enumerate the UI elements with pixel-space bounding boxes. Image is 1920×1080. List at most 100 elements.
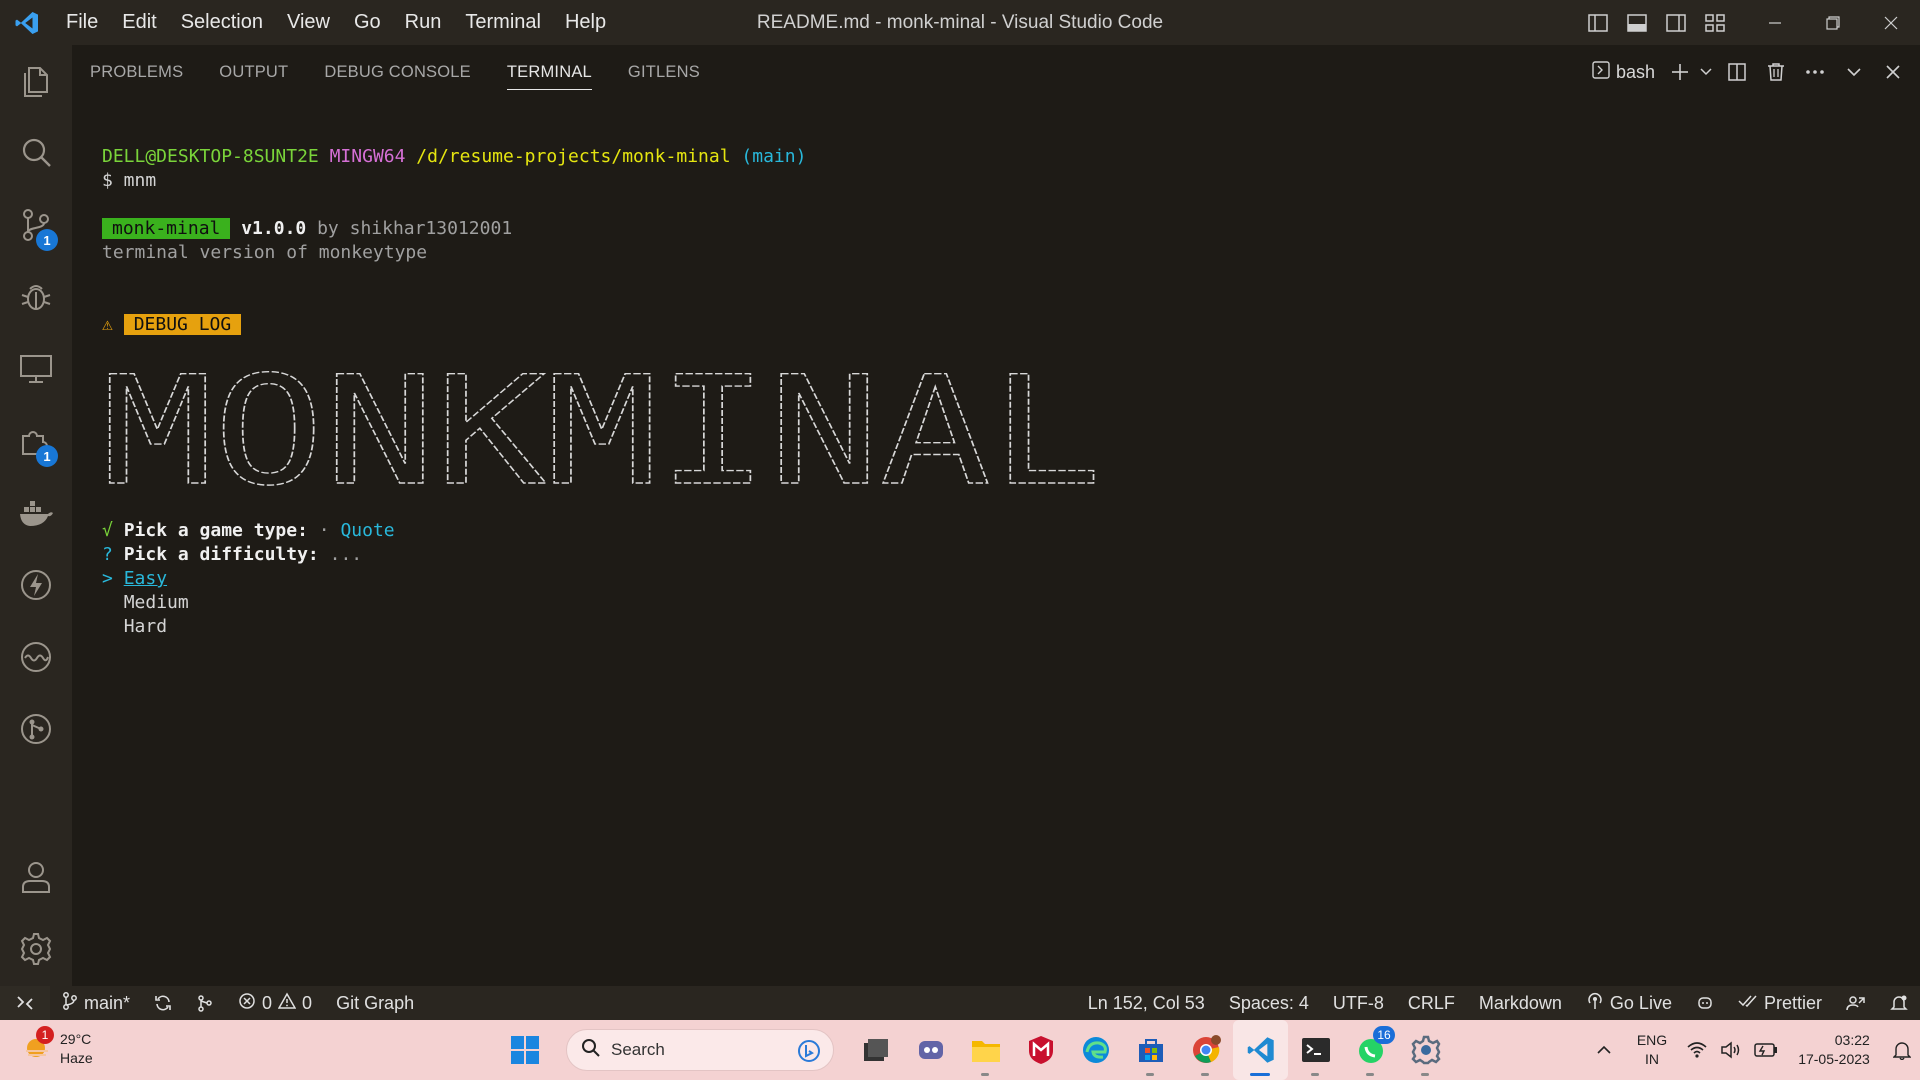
show-hidden-icons-chevron-icon[interactable] — [1584, 1020, 1624, 1080]
tab-output[interactable]: OUTPUT — [219, 45, 288, 99]
battery-icon[interactable] — [1748, 1020, 1784, 1080]
thunder-client-icon[interactable] — [0, 549, 72, 621]
search-icon[interactable] — [0, 117, 72, 189]
sync-icon[interactable] — [142, 986, 184, 1020]
new-terminal-plus-icon[interactable] — [1665, 45, 1695, 99]
go-live-button[interactable]: Go Live — [1574, 986, 1684, 1020]
manage-gear-icon[interactable] — [0, 913, 72, 985]
customize-layout-icon[interactable] — [1695, 0, 1734, 45]
menu-terminal[interactable]: Terminal — [453, 0, 553, 45]
indentation[interactable]: Spaces: 4 — [1217, 986, 1321, 1020]
teams-chat-icon[interactable] — [903, 1020, 958, 1080]
menu-view[interactable]: View — [275, 0, 342, 45]
menu-go[interactable]: Go — [342, 0, 393, 45]
mcafee-icon[interactable] — [1013, 1020, 1068, 1080]
question-difficulty: ? Pick a difficulty: ... — [102, 543, 1892, 567]
double-check-icon — [1738, 993, 1758, 1014]
clock[interactable]: 03:22 17-05-2023 — [1784, 1020, 1884, 1080]
account-icon[interactable] — [0, 841, 72, 913]
more-actions-icon[interactable] — [1795, 45, 1834, 99]
menu-file[interactable]: File — [54, 0, 110, 45]
edge-browser-icon[interactable] — [1068, 1020, 1123, 1080]
split-terminal-icon[interactable] — [1717, 45, 1756, 99]
copilot-icon[interactable] — [1684, 986, 1726, 1020]
toggle-panel-icon[interactable] — [1617, 0, 1656, 45]
language-mode[interactable]: Markdown — [1467, 986, 1574, 1020]
prettier-button[interactable]: Prettier — [1726, 986, 1834, 1020]
volume-icon[interactable] — [1714, 1020, 1748, 1080]
running-indicator — [1311, 1073, 1319, 1076]
warning-icon: ⚠ — [102, 314, 113, 335]
chrome-browser-icon[interactable] — [1178, 1020, 1233, 1080]
task-view-icon[interactable] — [848, 1020, 903, 1080]
end-of-line[interactable]: CRLF — [1396, 986, 1467, 1020]
whatsapp-icon[interactable]: 16 — [1343, 1020, 1398, 1080]
active-indicator — [1250, 1073, 1270, 1076]
timeline-icon[interactable] — [0, 621, 72, 693]
wifi-icon[interactable] — [1680, 1020, 1714, 1080]
cursor-position[interactable]: Ln 152, Col 53 — [1076, 986, 1217, 1020]
microsoft-store-icon[interactable] — [1123, 1020, 1178, 1080]
bing-icon — [797, 1039, 821, 1068]
app-tagline: terminal version of monkeytype — [102, 242, 428, 263]
taskbar-search-box[interactable]: Search — [566, 1029, 834, 1071]
terminal-selector[interactable]: bash — [1592, 60, 1655, 84]
running-indicator — [1146, 1073, 1154, 1076]
git-graph-status-icon[interactable] — [184, 986, 226, 1020]
toggle-secondary-sidebar-icon[interactable] — [1656, 0, 1695, 45]
minimize-icon[interactable] — [1746, 0, 1804, 45]
close-panel-icon[interactable] — [1873, 45, 1912, 99]
source-control-icon[interactable]: 1 — [0, 189, 72, 261]
option-hard[interactable]: Hard — [102, 615, 1892, 639]
close-icon[interactable] — [1862, 0, 1920, 45]
remote-indicator-icon[interactable] — [0, 986, 50, 1020]
notification-center-icon[interactable] — [1884, 1020, 1920, 1080]
title-bar: File Edit Selection View Go Run Terminal… — [0, 0, 1920, 45]
remote-explorer-icon[interactable] — [0, 333, 72, 405]
prompt-path: /d/resume-projects/monk-minal — [416, 146, 731, 167]
whatsapp-badge: 16 — [1373, 1026, 1395, 1044]
terminal-output[interactable]: DELL@DESKTOP-8SUNT2E MINGW64 /d/resume-p… — [101, 145, 1892, 639]
extensions-badge: 1 — [36, 445, 58, 467]
problems-indicator[interactable]: 0 0 — [226, 986, 324, 1020]
option-easy[interactable]: > Easy — [102, 567, 1892, 591]
windows-terminal-icon[interactable] — [1288, 1020, 1343, 1080]
debug-icon[interactable] — [0, 261, 72, 333]
weather-sun-icon: 1 — [22, 1025, 54, 1067]
windows-start-icon[interactable] — [497, 1020, 552, 1080]
restore-icon[interactable] — [1804, 0, 1862, 45]
terminal-name: bash — [1615, 61, 1655, 82]
weather-widget[interactable]: 1 29°C Haze — [22, 1025, 93, 1068]
tab-debug-console[interactable]: DEBUG CONSOLE — [324, 45, 471, 99]
app-header: monk-minal v1.0.0 by shikhar13012001 — [102, 217, 1892, 241]
settings-app-icon[interactable] — [1398, 1020, 1453, 1080]
notifications-bell-icon[interactable] — [1878, 986, 1920, 1020]
live-share-icon[interactable] — [1834, 986, 1878, 1020]
explorer-icon[interactable] — [0, 45, 72, 117]
menu-run[interactable]: Run — [393, 0, 454, 45]
terminal-dropdown-chevron-icon[interactable] — [1695, 45, 1717, 99]
file-explorer-icon[interactable] — [958, 1020, 1013, 1080]
git-graph-icon[interactable] — [0, 693, 72, 765]
command-line: $ mnm — [102, 170, 157, 191]
menu-edit[interactable]: Edit — [110, 0, 168, 45]
toggle-primary-sidebar-icon[interactable] — [1578, 0, 1617, 45]
encoding[interactable]: UTF-8 — [1321, 986, 1396, 1020]
tab-problems[interactable]: PROBLEMS — [90, 45, 183, 99]
branch-indicator[interactable]: main* — [50, 986, 142, 1020]
go-live-label: Go Live — [1609, 992, 1672, 1013]
docker-icon[interactable] — [0, 477, 72, 549]
git-graph-button[interactable]: Git Graph — [324, 986, 426, 1020]
menu-selection[interactable]: Selection — [169, 0, 275, 45]
option-medium[interactable]: Medium — [102, 591, 1892, 615]
menu-help[interactable]: Help — [553, 0, 618, 45]
input-language-indicator[interactable]: ENG IN — [1624, 1020, 1680, 1080]
maximize-panel-chevron-icon[interactable] — [1834, 45, 1873, 99]
tab-gitlens[interactable]: GITLENS — [628, 45, 700, 99]
menu-bar: File Edit Selection View Go Run Terminal… — [54, 0, 618, 45]
kill-terminal-trash-icon[interactable] — [1756, 45, 1795, 99]
extensions-icon[interactable]: 1 — [0, 405, 72, 477]
ascii-art-logo: MONKMINAL — [101, 344, 1892, 519]
tab-terminal[interactable]: TERMINAL — [506, 45, 592, 99]
vscode-taskbar-icon[interactable] — [1233, 1020, 1288, 1080]
